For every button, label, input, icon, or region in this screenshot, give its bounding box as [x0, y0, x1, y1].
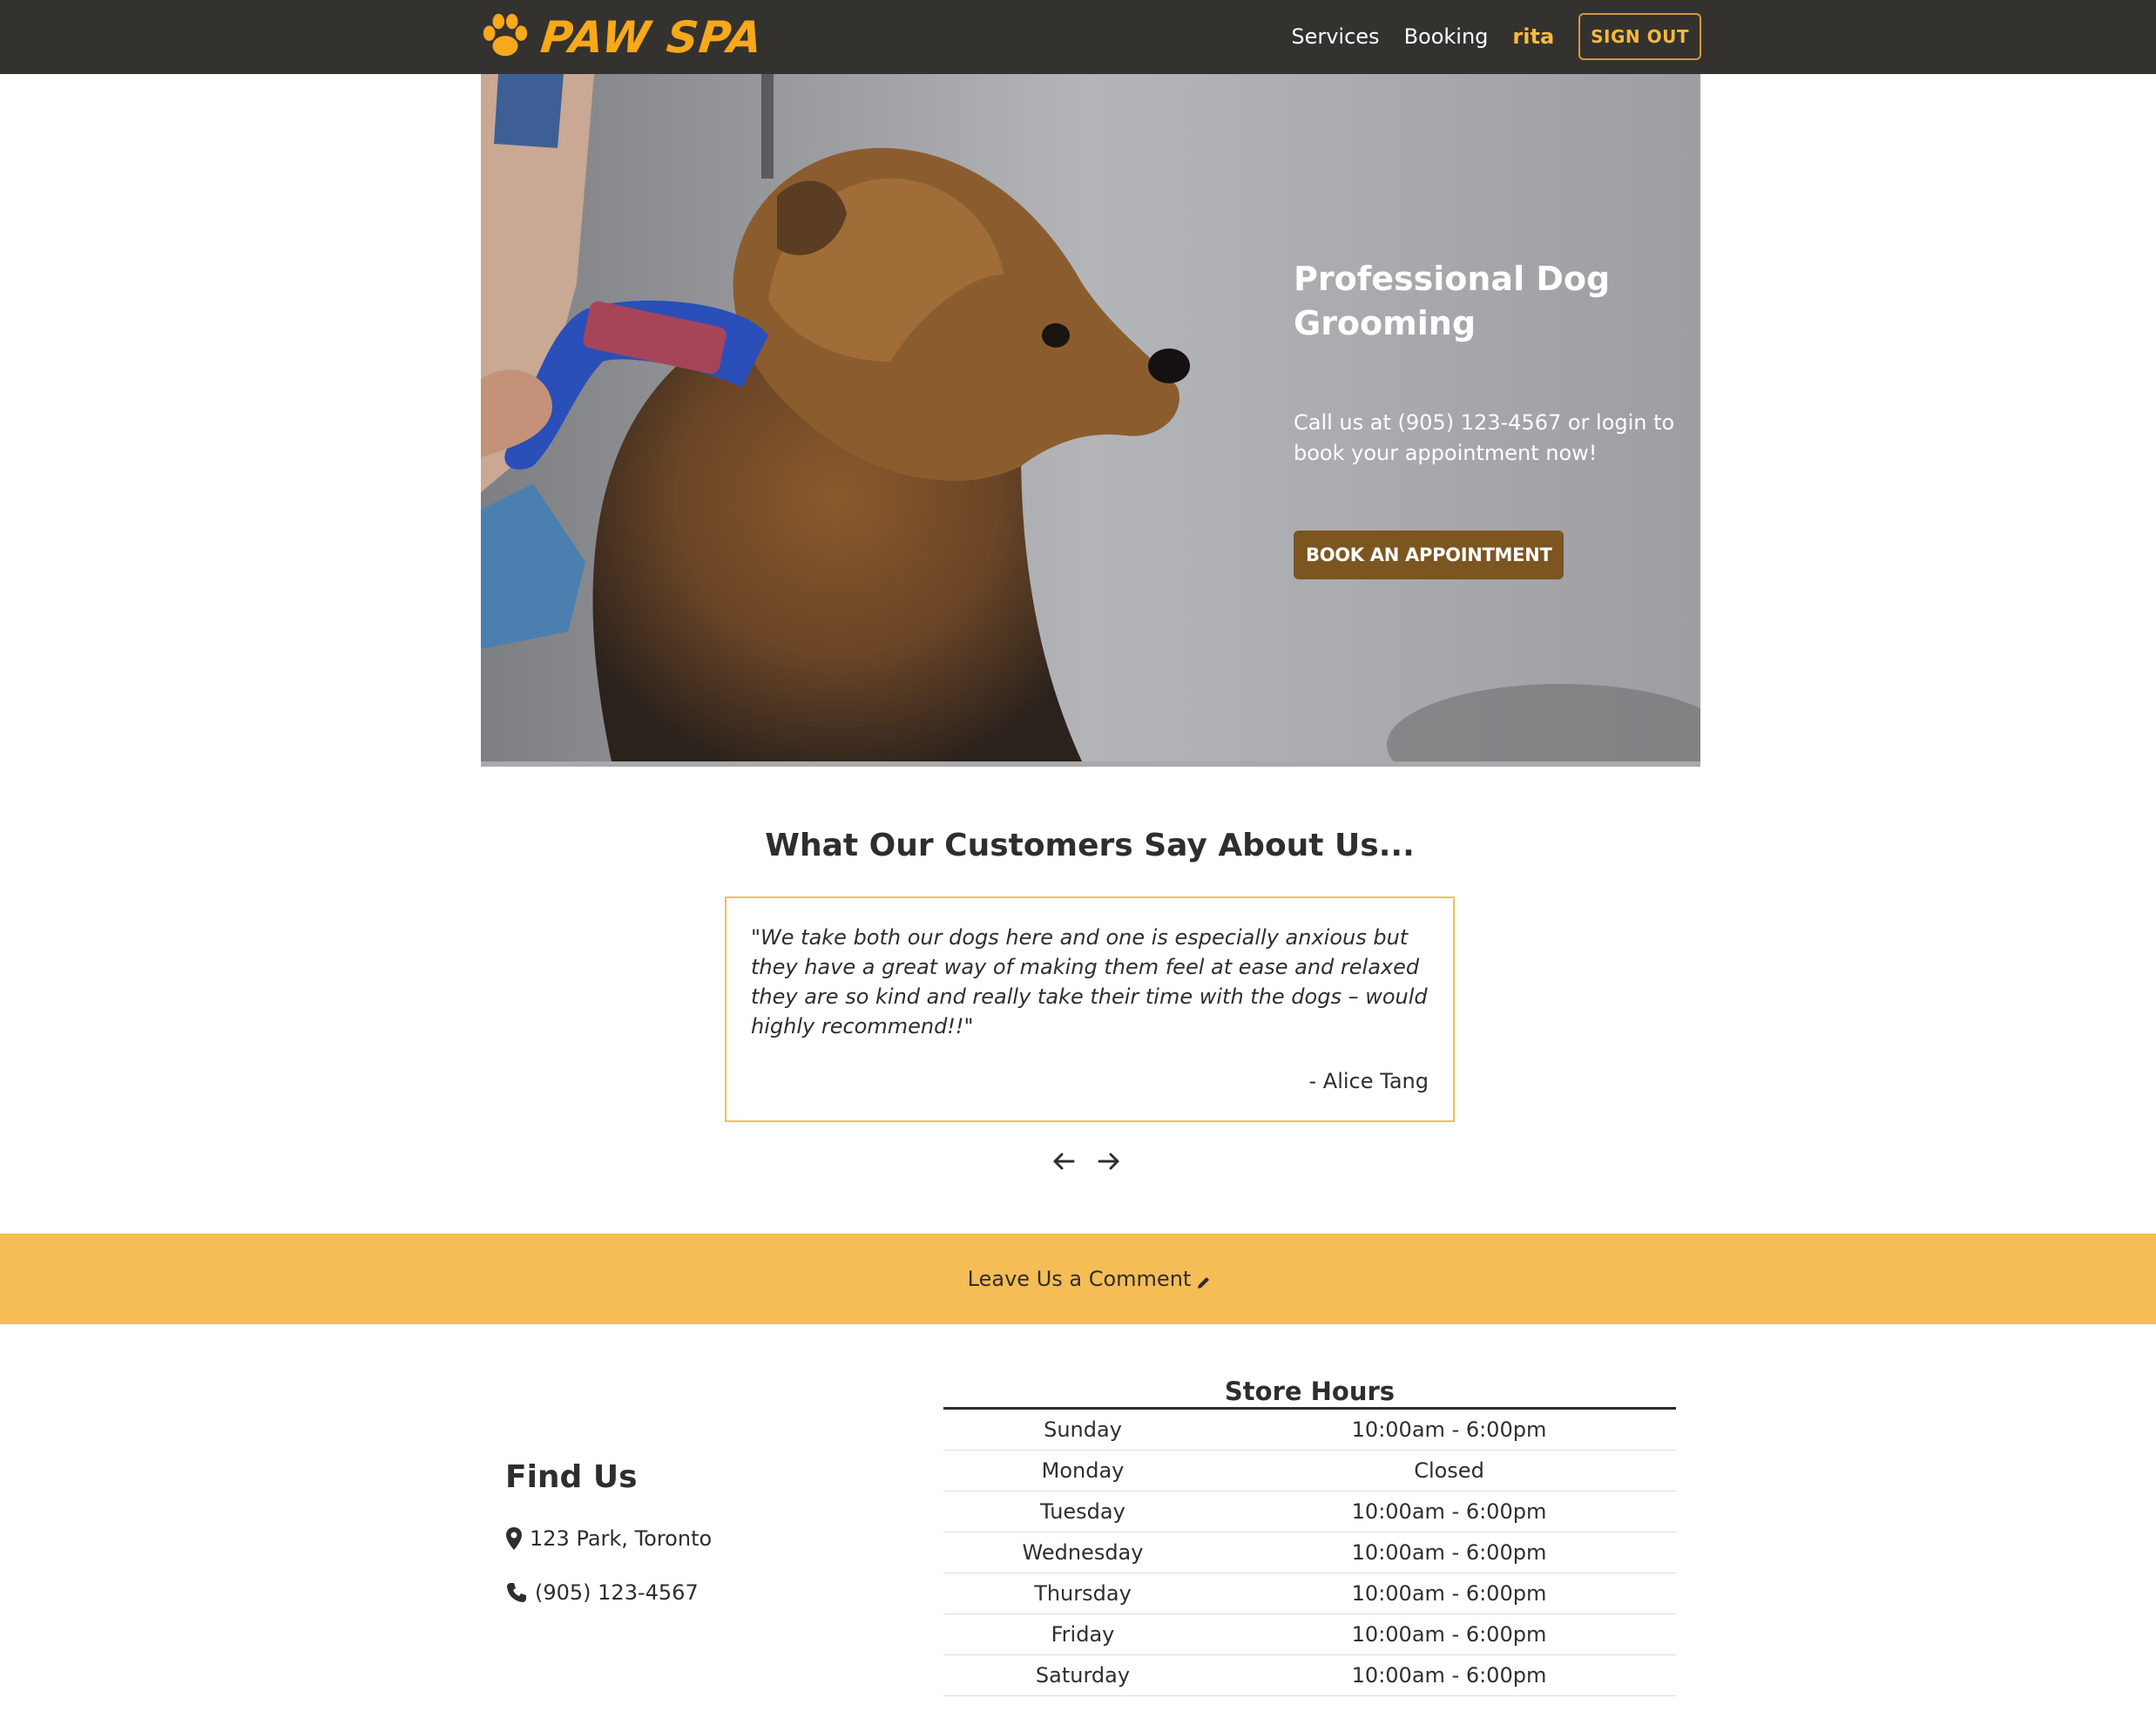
- phone-text: (905) 123-4567: [535, 1580, 699, 1605]
- paw-icon: [483, 13, 528, 57]
- testimonials-title: What Our Customers Say About Us...: [765, 828, 1415, 863]
- hero-banner: Professional Dog Grooming Call us at (90…: [481, 74, 1700, 767]
- brand-logo[interactable]: PAW SPA: [480, 10, 766, 64]
- nav-link-services[interactable]: Services: [1291, 24, 1379, 49]
- hours-row: Saturday 10:00am - 6:00pm: [943, 1655, 1676, 1696]
- brand-name: PAW SPA: [537, 12, 766, 63]
- hours-day: Wednesday: [1022, 1540, 1144, 1565]
- hours-time: Closed: [1414, 1458, 1484, 1483]
- hero-title: Professional Dog Grooming: [1294, 260, 1611, 342]
- hours-day: Tuesday: [1040, 1499, 1125, 1524]
- nav-link-booking[interactable]: Booking: [1404, 24, 1489, 49]
- hours-row: Tuesday 10:00am - 6:00pm: [943, 1492, 1676, 1532]
- map-marker-icon: [506, 1527, 522, 1550]
- hours-time: 10:00am - 6:00pm: [1351, 1499, 1547, 1524]
- hours-day: Friday: [1051, 1622, 1115, 1647]
- hours-row: Thursday 10:00am - 6:00pm: [943, 1573, 1676, 1614]
- hours-day: Thursday: [1034, 1581, 1132, 1606]
- store-hours-table: Store Hours Sunday 10:00am - 6:00pm Mond…: [943, 1372, 1676, 1696]
- arrow-left-icon[interactable]: [1051, 1148, 1077, 1174]
- hero-subtitle: Call us at (905) 123-4567 or login to bo…: [1294, 410, 1675, 465]
- hours-row: Monday Closed: [943, 1451, 1676, 1492]
- find-us-title: Find Us: [505, 1459, 638, 1495]
- nav-user-name[interactable]: rita: [1512, 24, 1554, 49]
- hours-day: Monday: [1041, 1458, 1125, 1483]
- testimonial-quote: "We take both our dogs here and one is e…: [751, 925, 1428, 1038]
- hours-time: 10:00am - 6:00pm: [1351, 1540, 1547, 1565]
- hours-time: 10:00am - 6:00pm: [1351, 1622, 1547, 1647]
- book-appointment-button[interactable]: BOOK AN APPOINTMENT: [1294, 531, 1565, 579]
- hours-time: 10:00am - 6:00pm: [1351, 1663, 1547, 1688]
- nav-links: Services Booking rita SIGN OUT: [1267, 12, 1701, 61]
- comment-bar: Leave Us a Comment: [0, 1234, 2156, 1324]
- testimonial-card: "We take both our dogs here and one is e…: [725, 896, 1455, 1122]
- testimonial-nav: [1051, 1144, 1141, 1179]
- testimonial-author: - Alice Tang: [1308, 1069, 1429, 1093]
- phone-icon: [507, 1583, 526, 1602]
- pencil-icon: [1198, 1277, 1210, 1289]
- hours-row: Wednesday 10:00am - 6:00pm: [943, 1532, 1676, 1573]
- hours-row: Sunday 10:00am - 6:00pm: [943, 1410, 1676, 1451]
- address-row: 123 Park, Toronto: [505, 1526, 712, 1551]
- arrow-right-icon[interactable]: [1096, 1148, 1122, 1174]
- hours-time: 10:00am - 6:00pm: [1351, 1417, 1547, 1442]
- navbar: PAW SPA Services Booking rita SIGN OUT: [0, 0, 2156, 74]
- sign-out-button[interactable]: SIGN OUT: [1578, 13, 1701, 60]
- store-hours-title: Store Hours: [943, 1372, 1676, 1410]
- leave-comment-link[interactable]: Leave Us a Comment: [0, 1234, 2156, 1324]
- hours-day: Saturday: [1035, 1663, 1131, 1688]
- address-text: 123 Park, Toronto: [530, 1526, 713, 1551]
- hours-day: Sunday: [1044, 1417, 1122, 1442]
- phone-row: (905) 123-4567: [505, 1580, 699, 1605]
- hours-row: Friday 10:00am - 6:00pm: [943, 1614, 1676, 1655]
- leave-comment-label: Leave Us a Comment: [967, 1267, 1192, 1291]
- hours-time: 10:00am - 6:00pm: [1351, 1581, 1547, 1606]
